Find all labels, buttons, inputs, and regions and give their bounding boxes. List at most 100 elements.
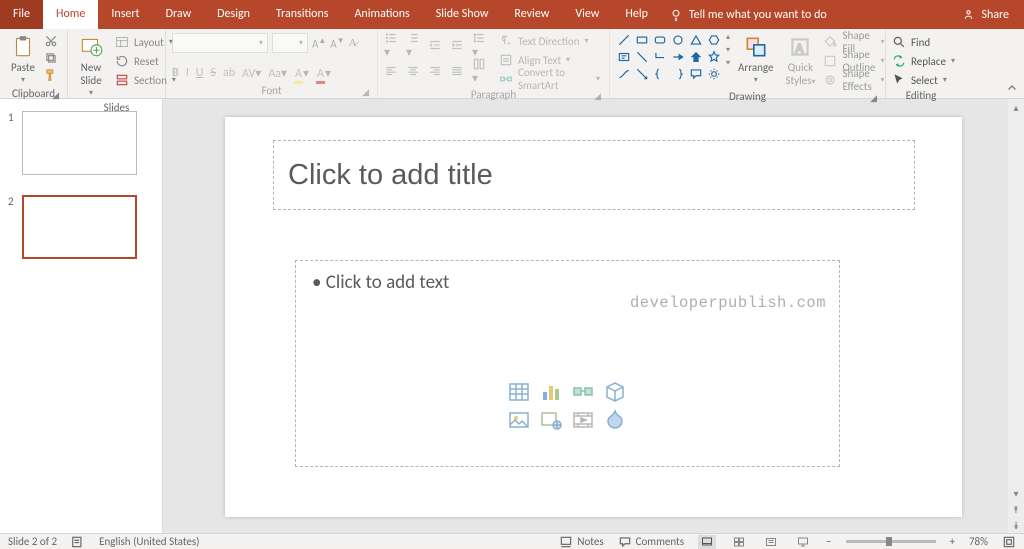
comments-button[interactable]: Comments (618, 535, 684, 549)
prev-slide-icon[interactable]: ⯭ (1008, 501, 1024, 517)
shape-callout-icon[interactable] (688, 66, 704, 81)
slide-canvas-area[interactable]: Click to add title • Click to add text d… (163, 99, 1024, 533)
shape-hex-icon[interactable] (706, 32, 722, 47)
clear-format-button[interactable]: A̷ (349, 37, 357, 49)
find-button[interactable]: Find (892, 33, 955, 51)
insert-online-pic-icon[interactable] (539, 408, 563, 428)
numbering-button[interactable]: ▾ (406, 31, 420, 60)
title-placeholder[interactable]: Click to add title (273, 140, 915, 210)
smartart-button[interactable]: Convert to SmartArt ▾ (496, 70, 603, 88)
thumbnail-1[interactable] (22, 111, 137, 175)
tab-transitions[interactable]: Transitions (263, 0, 342, 29)
shape-triangle-icon[interactable] (688, 32, 704, 47)
bullets-button[interactable]: ▾ (384, 31, 398, 60)
scroll-up-icon[interactable]: ▴ (1008, 99, 1024, 115)
shadow-button[interactable]: ab (223, 66, 235, 80)
tab-insert[interactable]: Insert (98, 0, 152, 29)
zoom-in-icon[interactable]: + (950, 535, 955, 548)
new-slide-button[interactable]: New Slide ▾ (74, 32, 108, 101)
insert-picture-icon[interactable] (507, 408, 531, 428)
strike-button[interactable]: S (210, 66, 216, 80)
insert-3d-icon[interactable] (603, 380, 627, 400)
changecase-button[interactable]: Aa▾ (268, 66, 287, 81)
slideshow-view-icon[interactable] (794, 535, 812, 549)
insert-chart-icon[interactable] (539, 380, 563, 400)
shape-effects-button[interactable]: Shape Effects ▾ (823, 71, 884, 89)
reading-view-icon[interactable] (762, 535, 780, 549)
shape-arrow2-icon[interactable] (634, 66, 650, 81)
shape-diagline-icon[interactable] (634, 49, 650, 64)
paste-button[interactable]: Paste ▾ (6, 32, 40, 87)
fit-to-window-icon[interactable] (1002, 535, 1016, 549)
shape-circle-icon[interactable] (670, 32, 686, 47)
spacing-button[interactable]: AV▾ (242, 66, 261, 81)
shape-brace2-icon[interactable] (670, 66, 686, 81)
thumbnail-2[interactable] (22, 195, 137, 259)
underline-button[interactable]: U (196, 66, 204, 80)
font-family-combo[interactable]: ▾ (172, 33, 268, 53)
slide[interactable]: Click to add title • Click to add text d… (225, 117, 962, 517)
bold-button[interactable]: B (172, 66, 179, 80)
zoom-level[interactable]: 78% (969, 535, 988, 548)
quick-styles-button[interactable]: A Quick Styles▾ (781, 32, 819, 90)
align-right-button[interactable] (428, 64, 442, 78)
gallery-up-icon[interactable]: ▴ (726, 32, 730, 42)
tab-review[interactable]: Review (501, 0, 562, 29)
shape-line-icon[interactable] (616, 32, 632, 47)
cut-button[interactable] (44, 34, 58, 48)
highlight-button[interactable]: A▾ (294, 66, 309, 81)
shape-uparrow-icon[interactable] (688, 49, 704, 64)
spellcheck-icon[interactable] (71, 535, 85, 549)
gallery-more-icon[interactable]: ▾ (726, 58, 730, 68)
insert-table-icon[interactable] (507, 380, 531, 400)
copy-button[interactable] (44, 51, 58, 65)
status-language[interactable]: English (United States) (99, 535, 199, 548)
tab-draw[interactable]: Draw (153, 0, 205, 29)
shape-sun-icon[interactable] (706, 66, 722, 81)
zoom-out-icon[interactable]: − (826, 535, 831, 548)
tab-home[interactable]: Home (43, 0, 98, 29)
clipboard-launcher[interactable]: ◢ (52, 90, 59, 101)
text-direction-button[interactable]: Text Direction ▾ (496, 32, 603, 50)
shape-star-icon[interactable] (706, 49, 722, 64)
share-button[interactable]: Share (947, 0, 1024, 29)
justify-button[interactable] (450, 64, 464, 78)
vertical-scrollbar[interactable]: ▴ ▾ ⯭ ⯯ (1008, 99, 1024, 533)
scroll-down-icon[interactable]: ▾ (1008, 485, 1024, 501)
line-spacing-button[interactable]: ▾ (472, 31, 486, 60)
shape-elbow-icon[interactable] (652, 49, 668, 64)
content-placeholder[interactable]: • Click to add text (295, 260, 840, 467)
tab-design[interactable]: Design (204, 0, 263, 29)
tab-help[interactable]: Help (612, 0, 661, 29)
insert-icon-icon[interactable] (603, 408, 627, 428)
select-button[interactable]: Select ▾ (892, 71, 955, 89)
normal-view-icon[interactable] (698, 535, 716, 549)
inc-indent-button[interactable] (450, 38, 464, 52)
shape-text-icon[interactable] (616, 49, 632, 64)
collapse-ribbon-icon[interactable] (1006, 82, 1018, 94)
tell-me-search[interactable]: Tell me what you want to do (669, 0, 827, 29)
font-size-combo[interactable]: ▾ (272, 33, 308, 53)
columns-button[interactable]: ▾ (472, 57, 486, 86)
italic-button[interactable]: I (186, 66, 189, 80)
gallery-down-icon[interactable]: ▾ (726, 45, 730, 55)
tab-slideshow[interactable]: Slide Show (423, 0, 502, 29)
tab-file[interactable]: File (0, 0, 43, 29)
shape-rect-icon[interactable] (634, 32, 650, 47)
next-slide-icon[interactable]: ⯯ (1008, 517, 1024, 533)
shape-arrow-icon[interactable] (670, 49, 686, 64)
format-painter-button[interactable] (44, 68, 58, 82)
shape-roundrect-icon[interactable] (652, 32, 668, 47)
shape-connector-icon[interactable] (616, 66, 632, 81)
tab-animations[interactable]: Animations (341, 0, 422, 29)
arrange-button[interactable]: Arrange ▾ (734, 32, 777, 87)
tab-view[interactable]: View (562, 0, 612, 29)
dec-indent-button[interactable] (428, 38, 442, 52)
grow-font-button[interactable]: A▲ (312, 36, 326, 51)
notes-button[interactable]: Notes (559, 535, 603, 549)
font-color-button[interactable]: A▾ (316, 66, 331, 81)
insert-smartart-icon[interactable] (571, 380, 595, 400)
insert-video-icon[interactable] (571, 408, 595, 428)
font-launcher[interactable]: ◢ (362, 87, 369, 98)
replace-button[interactable]: Replace ▾ (892, 52, 955, 70)
